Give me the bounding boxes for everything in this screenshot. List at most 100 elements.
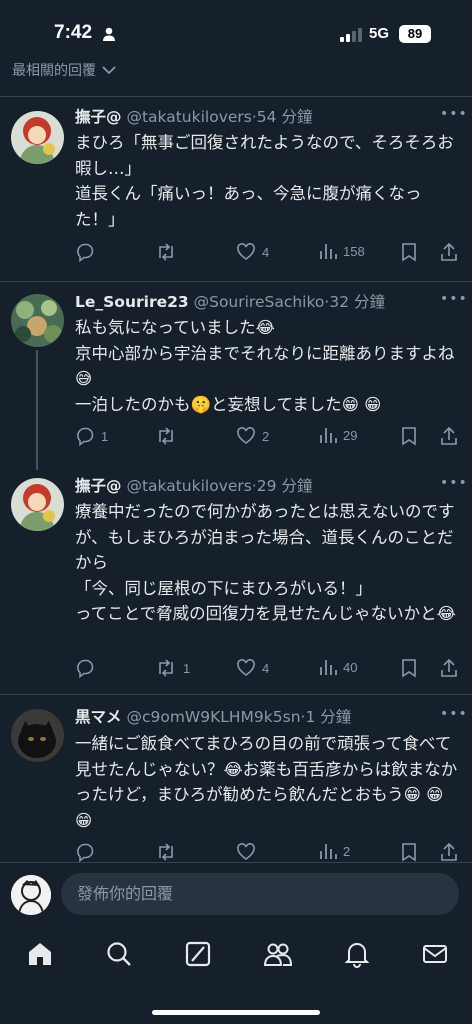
divider xyxy=(0,281,472,282)
like-button[interactable]: 2 xyxy=(236,426,269,446)
like-count: 4 xyxy=(262,244,270,260)
reply-count: 1 xyxy=(101,428,109,444)
search-tab[interactable] xyxy=(105,940,133,972)
tweet-time[interactable]: ·1 分鐘 xyxy=(301,708,352,726)
share-button[interactable] xyxy=(440,426,458,446)
repost-button[interactable] xyxy=(155,426,183,446)
user-handle[interactable]: @takatukilovers xyxy=(126,108,251,126)
battery-indicator: 89 xyxy=(399,25,431,43)
tweet-time[interactable]: ·54 分鐘 xyxy=(252,108,313,126)
share-icon xyxy=(440,426,458,446)
heart-icon xyxy=(236,842,256,862)
views-icon xyxy=(319,658,337,676)
tweet-header: Le_Sourire23 @SourireSachiko·32 分鐘 xyxy=(75,291,385,313)
repost-count: 1 xyxy=(183,660,191,676)
display-name[interactable]: Le_Sourire23 xyxy=(75,293,189,311)
bell-icon xyxy=(343,943,371,972)
reply-button[interactable] xyxy=(75,842,101,862)
repost-button[interactable]: 1 xyxy=(155,658,190,678)
sort-label: 最相關的回覆 xyxy=(12,63,96,79)
repost-button[interactable] xyxy=(155,242,183,262)
my-avatar[interactable] xyxy=(11,875,51,915)
communities-icon xyxy=(263,943,293,972)
reply-icon xyxy=(75,658,95,678)
avatar[interactable] xyxy=(11,478,64,531)
avatar[interactable] xyxy=(11,709,64,762)
reply-button[interactable] xyxy=(75,242,101,262)
tweet-text: 私も気になっていました😂 京中心部から宇治までそれなりに距離ありますよね😅 一泊… xyxy=(75,318,455,414)
tweet-header: 撫子@ @takatukilovers·54 分鐘 xyxy=(75,106,312,128)
reply-button[interactable]: 1 xyxy=(75,426,108,446)
reply-input[interactable]: 發佈你的回覆 xyxy=(61,873,459,915)
thread-line xyxy=(36,350,38,470)
messages-tab[interactable] xyxy=(421,940,449,972)
divider xyxy=(0,96,472,97)
share-icon xyxy=(440,842,458,862)
share-button[interactable] xyxy=(440,842,458,862)
mail-icon xyxy=(421,945,449,972)
bookmark-icon xyxy=(401,242,417,262)
reply-icon xyxy=(75,242,95,262)
user-handle[interactable]: @takatukilovers xyxy=(126,477,251,495)
views-button[interactable]: 158 xyxy=(319,242,365,260)
more-options-icon[interactable]: ••• xyxy=(440,291,468,307)
grok-tab[interactable] xyxy=(184,940,212,972)
avatar[interactable] xyxy=(11,111,64,164)
tweet-time[interactable]: ·29 分鐘 xyxy=(252,477,313,495)
views-button[interactable]: 29 xyxy=(319,426,357,444)
tweet-actions: 1 4 40 xyxy=(75,658,465,680)
bookmark-button[interactable] xyxy=(401,658,417,678)
tweet-text: まひろ「無事ご回復されたようなので、そろそろお暇し…」 道長くん「痛いっ！あっ、… xyxy=(75,133,454,229)
person-icon xyxy=(102,26,116,45)
like-button[interactable]: 4 xyxy=(236,658,269,678)
views-icon xyxy=(319,842,337,860)
share-button[interactable] xyxy=(440,658,458,678)
notifications-tab[interactable] xyxy=(343,940,371,972)
like-button[interactable]: 4 xyxy=(236,242,269,262)
home-icon xyxy=(26,943,54,972)
views-icon xyxy=(319,426,337,444)
share-button[interactable] xyxy=(440,242,458,262)
tweet-header: 黒マメ @c9omW9KLHM9k5sn·1 分鐘 xyxy=(75,706,351,728)
repost-icon xyxy=(155,242,177,262)
share-icon xyxy=(440,658,458,678)
tweet-text: 療養中だったので何かがあったとは思えないのですが、もしまひろが泊まった場合、道長… xyxy=(75,502,456,623)
views-count: 29 xyxy=(343,427,358,443)
repost-button[interactable] xyxy=(155,842,183,862)
like-button[interactable] xyxy=(236,842,262,862)
bookmark-icon xyxy=(401,426,417,446)
tweet-actions: 4 158 xyxy=(75,242,465,264)
reply-button[interactable] xyxy=(75,658,101,678)
display-name[interactable]: 黒マメ xyxy=(75,708,122,726)
views-count: 2 xyxy=(343,843,351,859)
display-name[interactable]: 撫子@ xyxy=(75,477,122,495)
bookmark-icon xyxy=(401,658,417,678)
repost-icon xyxy=(155,842,177,862)
bookmark-button[interactable] xyxy=(401,842,417,862)
heart-icon xyxy=(236,242,256,262)
repost-icon xyxy=(155,426,177,446)
views-count: 40 xyxy=(343,659,358,675)
home-tab[interactable] xyxy=(26,940,54,972)
bookmark-button[interactable] xyxy=(401,426,417,446)
views-icon xyxy=(319,242,337,260)
views-button[interactable]: 2 xyxy=(319,842,350,860)
sort-dropdown[interactable]: 最相關的回覆 xyxy=(12,60,117,80)
tweet-actions: 2 xyxy=(75,842,465,864)
search-icon xyxy=(105,942,133,972)
tweet-time[interactable]: ·32 分鐘 xyxy=(324,293,385,311)
more-options-icon[interactable]: ••• xyxy=(440,706,468,722)
heart-icon xyxy=(236,426,256,446)
user-handle[interactable]: @SourireSachiko xyxy=(194,293,325,311)
more-options-icon[interactable]: ••• xyxy=(440,475,468,491)
views-button[interactable]: 40 xyxy=(319,658,357,676)
more-options-icon[interactable]: ••• xyxy=(440,106,468,122)
like-count: 4 xyxy=(262,660,270,676)
display-name[interactable]: 撫子@ xyxy=(75,108,122,126)
network-label: 5G xyxy=(369,25,390,42)
bookmark-button[interactable] xyxy=(401,242,417,262)
avatar[interactable] xyxy=(11,294,64,347)
user-handle[interactable]: @c9omW9KLHM9k5sn xyxy=(126,708,300,726)
heart-icon xyxy=(236,658,256,678)
communities-tab[interactable] xyxy=(263,940,293,972)
